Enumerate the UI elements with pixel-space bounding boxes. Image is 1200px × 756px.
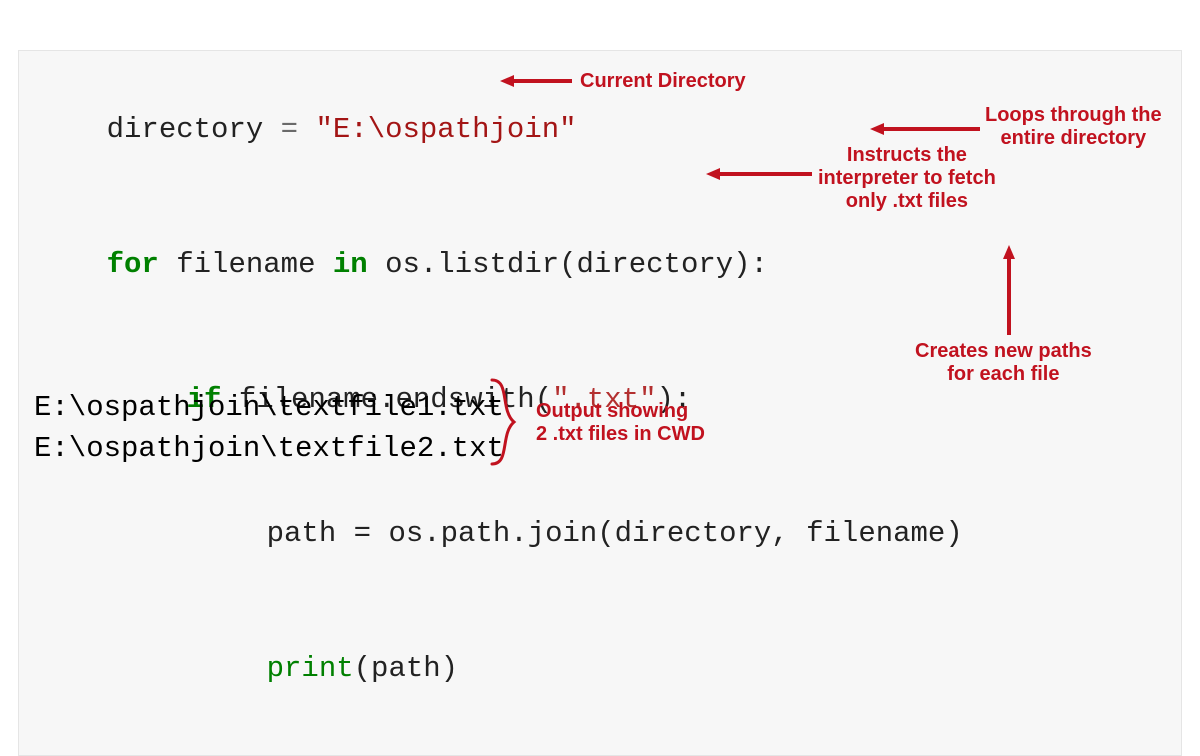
code-token: os.listdir(directory): xyxy=(368,248,768,281)
arrow-icon xyxy=(1002,245,1016,340)
arrow-icon xyxy=(706,167,812,186)
annotation-loops: Loops through the entire directory xyxy=(985,104,1162,150)
code-line-5: print(path) xyxy=(37,602,1163,737)
annotation-output: Output showing 2 .txt files in CWD xyxy=(536,400,705,446)
code-line-4: path = os.path.join(directory, filename) xyxy=(37,467,1163,602)
output-block: E:\ospathjoin\textfile1.txt E:\ospathjoi… xyxy=(34,388,504,469)
code-line-2: for filename in os.listdir(directory): xyxy=(37,198,1163,333)
code-token: = xyxy=(263,113,315,146)
arrow-icon xyxy=(500,74,572,93)
code-token-keyword: in xyxy=(333,248,368,281)
arrow-icon xyxy=(870,122,980,141)
annotation-creates-paths: Creates new paths for each file xyxy=(915,340,1092,386)
code-token: filename xyxy=(159,248,333,281)
brace-icon xyxy=(488,376,528,473)
code-token: directory xyxy=(107,113,264,146)
annotation-current-directory: Current Directory xyxy=(580,70,746,93)
code-token-keyword: for xyxy=(107,248,159,281)
output-line: E:\ospathjoin\textfile1.txt xyxy=(34,388,504,429)
code-token: (path) xyxy=(354,652,458,685)
code-token-string: "E:\ospathjoin" xyxy=(315,113,576,146)
annotation-instructs: Instructs the interpreter to fetch only … xyxy=(818,144,996,213)
code-token: path = os.path.join(directory, filename) xyxy=(267,517,963,550)
code-token-builtin: print xyxy=(267,652,354,685)
output-line: E:\ospathjoin\textfile2.txt xyxy=(34,429,504,470)
